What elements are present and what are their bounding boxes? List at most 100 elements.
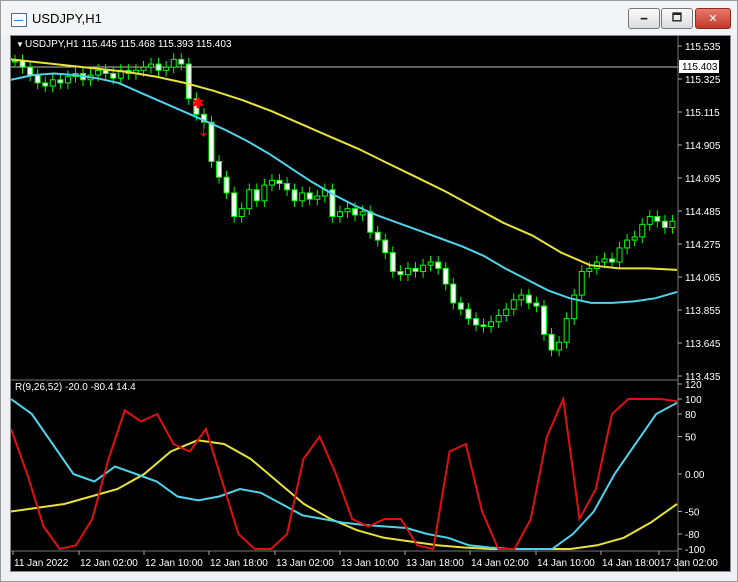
candle-bull	[64, 76, 71, 84]
candle-bear	[178, 58, 185, 65]
indicator-axis-label: -50	[685, 508, 700, 519]
sell-arrow-icon: ↓	[197, 112, 210, 142]
candle-bear	[19, 60, 26, 68]
candle-bull	[488, 321, 495, 327]
time-axis-label: 14 Jan 18:00	[602, 558, 660, 569]
candle-bull	[246, 189, 253, 210]
ma-fast-line	[11, 72, 678, 304]
candle-bull	[49, 79, 56, 87]
price-axis-label: 113.855	[685, 306, 721, 317]
price-axis-label: 113.645	[685, 339, 721, 350]
time-axis-label: 13 Jan 18:00	[406, 558, 464, 569]
indicator-red-line	[11, 395, 678, 551]
ma-slow-line	[11, 58, 678, 271]
price-axis-label: 114.065	[685, 273, 721, 284]
time-axis-label: 11 Jan 2022	[14, 558, 69, 569]
current-price-label: 115.403	[682, 62, 718, 73]
indicator-axis-label: 0.00	[685, 470, 705, 481]
price-axis-label: 115.115	[685, 108, 720, 119]
candle-bull	[646, 216, 653, 225]
candles	[12, 53, 676, 357]
price-axis-label: 114.275	[685, 240, 721, 251]
dropdown-triangle-icon[interactable]: ▼	[16, 40, 24, 49]
candle-bear	[110, 73, 117, 79]
candle-bear	[480, 324, 487, 327]
candle-bull	[495, 315, 502, 323]
candle-bear	[412, 267, 419, 273]
candle-bull	[518, 294, 525, 301]
candle-bear	[465, 308, 472, 320]
indicator-info: R(9,26,52) -20.0 -80.4 14.4	[15, 382, 136, 393]
candle-bear	[102, 69, 109, 75]
chart-canvas[interactable]: ▼ USDJPY,H1 115.445 115.468 115.393 115.…	[11, 36, 730, 571]
candle-bear	[155, 63, 162, 71]
price-axis-label: 115.325	[685, 75, 721, 86]
candle-bull	[639, 223, 646, 238]
titlebar[interactable]: USDJPY,H1 🗕 🗖 ✕	[1, 1, 737, 35]
candle-bear	[284, 183, 291, 191]
close-button[interactable]: ✕	[695, 8, 731, 29]
indicator-cyan-line	[11, 398, 678, 550]
candle-bear	[34, 74, 41, 84]
time-axis-label: 12 Jan 10:00	[145, 558, 203, 569]
candle-bear	[57, 79, 64, 84]
candle-bear	[306, 192, 313, 200]
indicator-axis-label: 50	[685, 433, 697, 444]
candle-bear	[525, 294, 532, 304]
candle-bear	[548, 333, 555, 351]
time-axis: 11 Jan 2022 12 Jan 02:00 12 Jan 10:00 12 Ja…	[12, 551, 718, 569]
candle-bull	[503, 308, 510, 317]
minimize-button[interactable]: 🗕	[628, 8, 660, 29]
time-axis-label: 12 Jan 02:00	[80, 558, 138, 569]
candle-bull	[12, 60, 18, 63]
candle-bear	[223, 176, 230, 194]
terminal-window: USDJPY,H1 🗕 🗖 ✕ ▼ USDJPY,H1 115.445 115.…	[0, 0, 738, 582]
chart-window-icon	[11, 13, 27, 27]
candle-bear	[253, 189, 260, 202]
candle-bull	[586, 267, 593, 273]
candle-bull	[336, 211, 343, 218]
candle-bull	[163, 66, 170, 71]
candle-bear	[389, 252, 396, 272]
candle-bull	[631, 236, 638, 241]
candle-bull	[556, 341, 563, 351]
candle-bull	[601, 258, 608, 263]
candle-bear	[435, 261, 442, 269]
time-axis-label: 14 Jan 10:00	[537, 558, 595, 569]
price-axis-label: 114.695	[685, 174, 721, 185]
candle-bear	[457, 302, 464, 310]
candle-bull	[344, 208, 351, 213]
indicator-axis: 120 100 80 50 0.00 -50 -80 -100	[678, 380, 705, 556]
candle-bear	[472, 318, 479, 326]
candle-bull	[140, 66, 147, 71]
price-axis-label: 114.485	[685, 207, 721, 218]
candle-bear	[42, 82, 49, 87]
candle-bull	[148, 63, 155, 68]
candle-bear	[276, 179, 283, 185]
candle-bear	[540, 305, 547, 335]
time-axis-label: 13 Jan 02:00	[276, 558, 334, 569]
candle-bear	[231, 192, 238, 218]
candle-bull	[299, 192, 306, 202]
candle-bear	[450, 283, 457, 304]
indicator-axis-label: 120	[685, 380, 702, 391]
candle-bear	[397, 271, 404, 276]
candle-bear	[442, 267, 449, 285]
candle-bull	[268, 179, 275, 186]
candle-bull	[578, 271, 585, 296]
time-axis-label: 13 Jan 10:00	[341, 558, 399, 569]
candle-bull	[510, 299, 517, 310]
candle-bear	[291, 189, 298, 202]
maximize-button[interactable]: 🗖	[661, 8, 693, 29]
candle-bear	[661, 220, 668, 228]
candle-bear	[608, 258, 615, 263]
chart-area[interactable]: ▼ USDJPY,H1 115.445 115.468 115.393 115.…	[10, 35, 731, 572]
star-marker: ✱	[192, 95, 204, 111]
candle-bull	[563, 318, 570, 343]
chart-info: USDJPY,H1 115.445 115.468 115.393 115.40…	[25, 39, 232, 50]
candle-bull	[420, 264, 427, 272]
indicator-axis-label: 100	[685, 395, 702, 406]
candle-bear	[382, 239, 389, 254]
candle-bull	[359, 211, 366, 216]
time-axis-label: 17 Jan 02:00	[660, 558, 718, 569]
